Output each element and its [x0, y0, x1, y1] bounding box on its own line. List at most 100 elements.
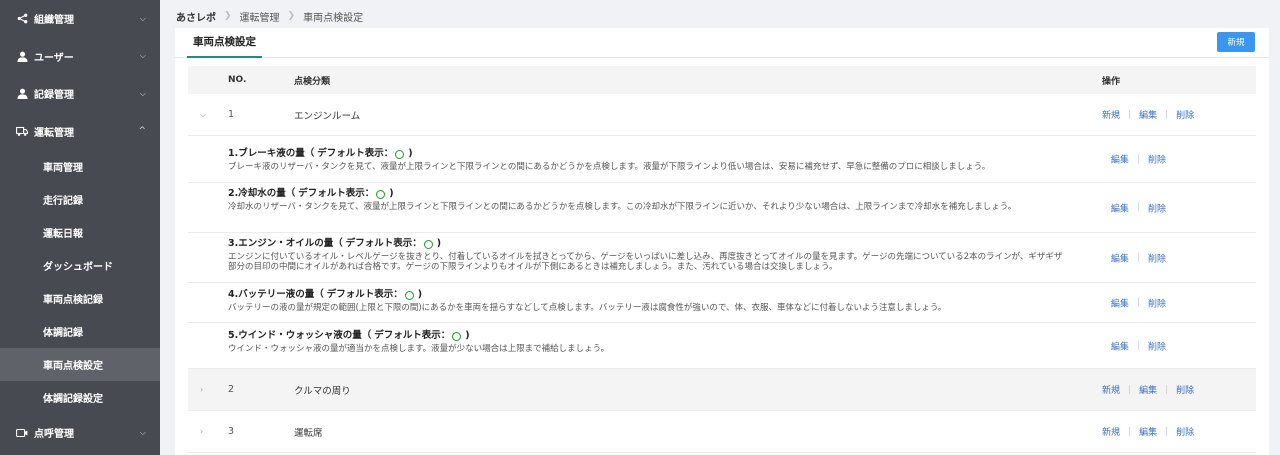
tab-bar: 車両点検設定 新規: [175, 28, 1269, 58]
table-row: › 3 運転席 新規 | 編集 | 削除: [188, 411, 1256, 453]
sidebar-item-vehicle-management[interactable]: 車両管理: [0, 150, 160, 183]
breadcrumb-current: 車両点検設定: [303, 12, 364, 24]
chevron-down-icon: ⌵: [139, 88, 146, 98]
row-new-link[interactable]: 新規: [1102, 383, 1120, 396]
item-edit-link[interactable]: 編集: [1111, 251, 1129, 264]
item-description: ウインド・ウォッシャ液の量が適当かを点検します。液量が少ない場合は上限まで補給し…: [228, 344, 610, 354]
item-delete-link[interactable]: 削除: [1148, 296, 1166, 309]
circle-ok-icon: [423, 239, 433, 249]
tab-inspection-settings[interactable]: 車両点検設定: [187, 28, 262, 58]
row-delete-link[interactable]: 削除: [1176, 108, 1194, 121]
circle-ok-icon: [395, 149, 405, 159]
table-row: ⌵ 1 エンジンルーム 新規 | 編集 | 削除: [188, 94, 1256, 136]
header-no: NO.: [228, 75, 247, 85]
row-new-link[interactable]: 新規: [1102, 108, 1120, 121]
divider: |: [1136, 252, 1140, 263]
chevron-down-icon[interactable]: ⌵: [200, 110, 206, 120]
header-ops: 操作: [1102, 76, 1121, 87]
sidebar-group-label: ユーザー: [34, 52, 74, 64]
chevron-down-icon: ⌵: [139, 51, 146, 61]
circle-ok-icon: [404, 290, 414, 300]
camera-icon: [16, 427, 28, 439]
row-no: 3: [228, 426, 235, 437]
sidebar-item-inspection-settings[interactable]: 車両点検設定: [0, 348, 160, 381]
item-description: 冷却水のリザーバ・タンクを見て、液量が上限ラインと下限ラインとの間にあるかどうか…: [228, 202, 1017, 212]
list-item: 2.冷却水の量（ デフォルト表示： ) 冷却水のリザーバ・タンクを見て、液量が上…: [188, 183, 1256, 233]
sidebar-group-driving[interactable]: 運転管理 ^: [0, 113, 160, 151]
row-ops: 新規 | 編集 | 削除: [1102, 383, 1194, 397]
item-edit-link[interactable]: 編集: [1111, 296, 1129, 309]
item-description: ブレーキ液のリザーバ・タンクを見て、液量が上限ラインと下限ラインとの間にあるかど…: [228, 162, 991, 172]
sidebar-group-label: 記録管理: [34, 90, 74, 102]
sidebar-item-health-settings[interactable]: 体調記録設定: [0, 381, 160, 414]
divider: |: [1128, 384, 1132, 395]
list-item: 1.ブレーキ液の量（ デフォルト表示： ) ブレーキ液のリザーバ・タンクを見て、…: [188, 136, 1256, 183]
divider: |: [1136, 202, 1140, 213]
breadcrumb-home[interactable]: あさレポ: [176, 9, 216, 24]
item-title: 5.ウインド・ウォッシャ液の量（ デフォルト表示： ): [228, 330, 470, 341]
chevron-down-icon: ⌵: [139, 427, 146, 437]
row-edit-link[interactable]: 編集: [1139, 108, 1157, 121]
new-button[interactable]: 新規: [1217, 32, 1255, 52]
item-title: 3.エンジン・オイルの量（ デフォルト表示： ): [228, 238, 442, 249]
sidebar-item-dashboard[interactable]: ダッシュボード: [0, 249, 160, 282]
chevron-right-icon: ❯: [287, 11, 296, 21]
sidebar-group-label: 点呼管理: [34, 429, 74, 441]
list-item: 5.ウインド・ウォッシャ液の量（ デフォルト表示： ) ウインド・ウォッシャ液の…: [188, 323, 1256, 369]
circle-ok-icon: [452, 331, 462, 341]
sidebar-item-inspection-records[interactable]: 車両点検記録: [0, 282, 160, 315]
item-delete-link[interactable]: 削除: [1148, 153, 1166, 166]
chevron-right-icon[interactable]: ›: [200, 427, 203, 436]
row-edit-link[interactable]: 編集: [1139, 383, 1157, 396]
chevron-right-icon[interactable]: ›: [200, 385, 203, 394]
row-category: エンジンルーム: [294, 110, 361, 122]
item-title: 4.バッテリー液の量（ デフォルト表示： ): [228, 289, 423, 300]
breadcrumb-section[interactable]: 運転管理: [240, 9, 280, 24]
row-category: クルマの周り: [294, 385, 351, 397]
item-ops: 編集 | 削除: [1111, 251, 1166, 265]
item-edit-link[interactable]: 編集: [1111, 153, 1129, 166]
item-delete-link[interactable]: 削除: [1148, 251, 1166, 264]
sidebar-group-records[interactable]: 記録管理 ⌵: [0, 75, 160, 113]
chevron-down-icon: ⌵: [139, 13, 146, 23]
row-no: 2: [228, 384, 235, 395]
item-edit-link[interactable]: 編集: [1111, 201, 1129, 214]
sidebar-group-organization[interactable]: 組織管理 ⌵: [0, 0, 160, 38]
list-item: 4.バッテリー液の量（ デフォルト表示： ) バッテリーの液の量が規定の範囲(上…: [188, 283, 1256, 323]
header-category: 点検分類: [294, 76, 331, 87]
row-delete-link[interactable]: 削除: [1176, 425, 1194, 438]
user-icon: [16, 50, 28, 62]
row-no: 1: [228, 109, 235, 120]
inspection-table: NO. 点検分類 操作 ⌵ 1 エンジンルーム 新規 | 編集 | 削除 1.ブ…: [188, 66, 1256, 453]
sidebar-group-rollcall[interactable]: 点呼管理 ⌵: [0, 414, 160, 452]
divider: |: [1165, 384, 1169, 395]
sidebar-item-daily-report[interactable]: 運転日報: [0, 216, 160, 249]
divider: |: [1165, 426, 1169, 437]
item-title: 2.冷却水の量（ デフォルト表示： ): [228, 188, 394, 199]
item-title: 1.ブレーキ液の量（ デフォルト表示： ): [228, 148, 413, 159]
item-edit-link[interactable]: 編集: [1111, 339, 1129, 352]
divider: |: [1136, 297, 1140, 308]
table-row: › 2 クルマの周り 新規 | 編集 | 削除: [188, 369, 1256, 411]
item-description: バッテリーの液の量が規定の範囲(上限と下限の間)にあるかを車両を揺らすなどして点…: [228, 303, 947, 313]
item-ops: 編集 | 削除: [1111, 201, 1166, 215]
sidebar-item-health-records[interactable]: 体調記録: [0, 315, 160, 348]
share-icon: [16, 13, 28, 25]
item-ops: 編集 | 削除: [1111, 339, 1166, 353]
sidebar-item-trip-records[interactable]: 走行記録: [0, 183, 160, 216]
row-new-link[interactable]: 新規: [1102, 425, 1120, 438]
chevron-right-icon: ❯: [224, 11, 232, 21]
row-delete-link[interactable]: 削除: [1176, 383, 1194, 396]
list-item: 3.エンジン・オイルの量（ デフォルト表示： ) エンジンに付いているオイル・レ…: [188, 233, 1256, 283]
divider: |: [1136, 340, 1140, 351]
item-delete-link[interactable]: 削除: [1148, 339, 1166, 352]
table-header: NO. 点検分類 操作: [188, 66, 1256, 94]
row-edit-link[interactable]: 編集: [1139, 425, 1157, 438]
item-delete-link[interactable]: 削除: [1148, 201, 1166, 214]
content-panel: 車両点検設定 新規 NO. 点検分類 操作 ⌵ 1 エンジンルーム 新規 | 編…: [175, 28, 1269, 455]
sidebar: 組織管理 ⌵ ユーザー ⌵ 記録管理 ⌵ 運転管理 ^ 車両管理 走行記録 運転…: [0, 0, 160, 455]
sidebar-group-label: 運転管理: [34, 127, 74, 139]
row-ops: 新規 | 編集 | 削除: [1102, 108, 1194, 122]
sidebar-group-label: 組織管理: [34, 15, 74, 27]
sidebar-group-users[interactable]: ユーザー ⌵: [0, 38, 160, 76]
